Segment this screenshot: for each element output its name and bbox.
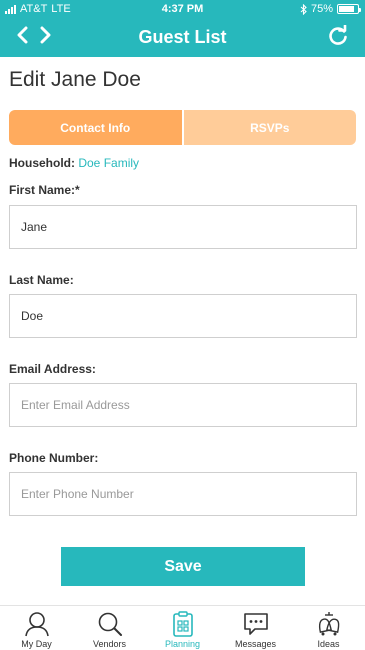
save-button[interactable]: Save bbox=[61, 547, 305, 586]
tab-planning[interactable]: Planning bbox=[146, 606, 219, 650]
tab-my-day[interactable]: My Day bbox=[0, 606, 73, 650]
battery-icon bbox=[337, 4, 361, 14]
status-bar: AT&T LTE 4:37 PM 75% bbox=[0, 0, 365, 18]
search-icon bbox=[98, 612, 122, 636]
last-name-field[interactable] bbox=[9, 294, 357, 338]
bells-icon bbox=[318, 612, 339, 636]
email-field[interactable] bbox=[9, 383, 357, 427]
page-header-title: Guest List bbox=[138, 27, 227, 47]
last-name-label: Last Name: bbox=[9, 273, 74, 287]
tab-label: Vendors bbox=[92, 639, 127, 649]
household-link[interactable]: Doe Family bbox=[78, 156, 139, 170]
first-name-label: First Name:* bbox=[9, 183, 80, 197]
tab-ideas[interactable]: Ideas bbox=[292, 606, 365, 650]
bottom-tab-bar: My Day Vendors Planning Messages Ideas bbox=[0, 605, 365, 650]
tab-rsvps[interactable]: RSVPs bbox=[181, 110, 356, 145]
tab-label: My Day bbox=[21, 639, 52, 649]
email-label: Email Address: bbox=[9, 362, 96, 376]
bluetooth-icon bbox=[300, 3, 307, 15]
tab-label: Planning bbox=[164, 639, 201, 649]
household-label: Household: bbox=[9, 156, 75, 170]
first-name-field[interactable] bbox=[9, 205, 357, 249]
chat-bubble-icon bbox=[243, 613, 268, 635]
phone-label: Phone Number: bbox=[9, 451, 99, 465]
tab-messages[interactable]: Messages bbox=[219, 606, 292, 650]
page-title: Edit Jane Doe bbox=[9, 68, 141, 91]
segmented-tabs: Contact Info RSVPs bbox=[9, 110, 356, 145]
clipboard-icon bbox=[172, 611, 193, 637]
app-header: AT&T LTE 4:37 PM 75% Guest List bbox=[0, 0, 365, 57]
nav-bar: Guest List bbox=[0, 18, 365, 57]
household-row: Household: Doe Family bbox=[9, 156, 139, 170]
phone-field[interactable] bbox=[9, 472, 357, 516]
tab-contact-info[interactable]: Contact Info bbox=[9, 110, 182, 145]
refresh-icon[interactable] bbox=[327, 25, 349, 47]
battery-percent: 75% bbox=[310, 3, 333, 15]
tab-label: Messages bbox=[234, 639, 277, 649]
tab-label: Ideas bbox=[317, 639, 340, 649]
person-icon bbox=[24, 612, 49, 637]
battery-level bbox=[339, 6, 354, 12]
tab-vendors[interactable]: Vendors bbox=[73, 606, 146, 650]
